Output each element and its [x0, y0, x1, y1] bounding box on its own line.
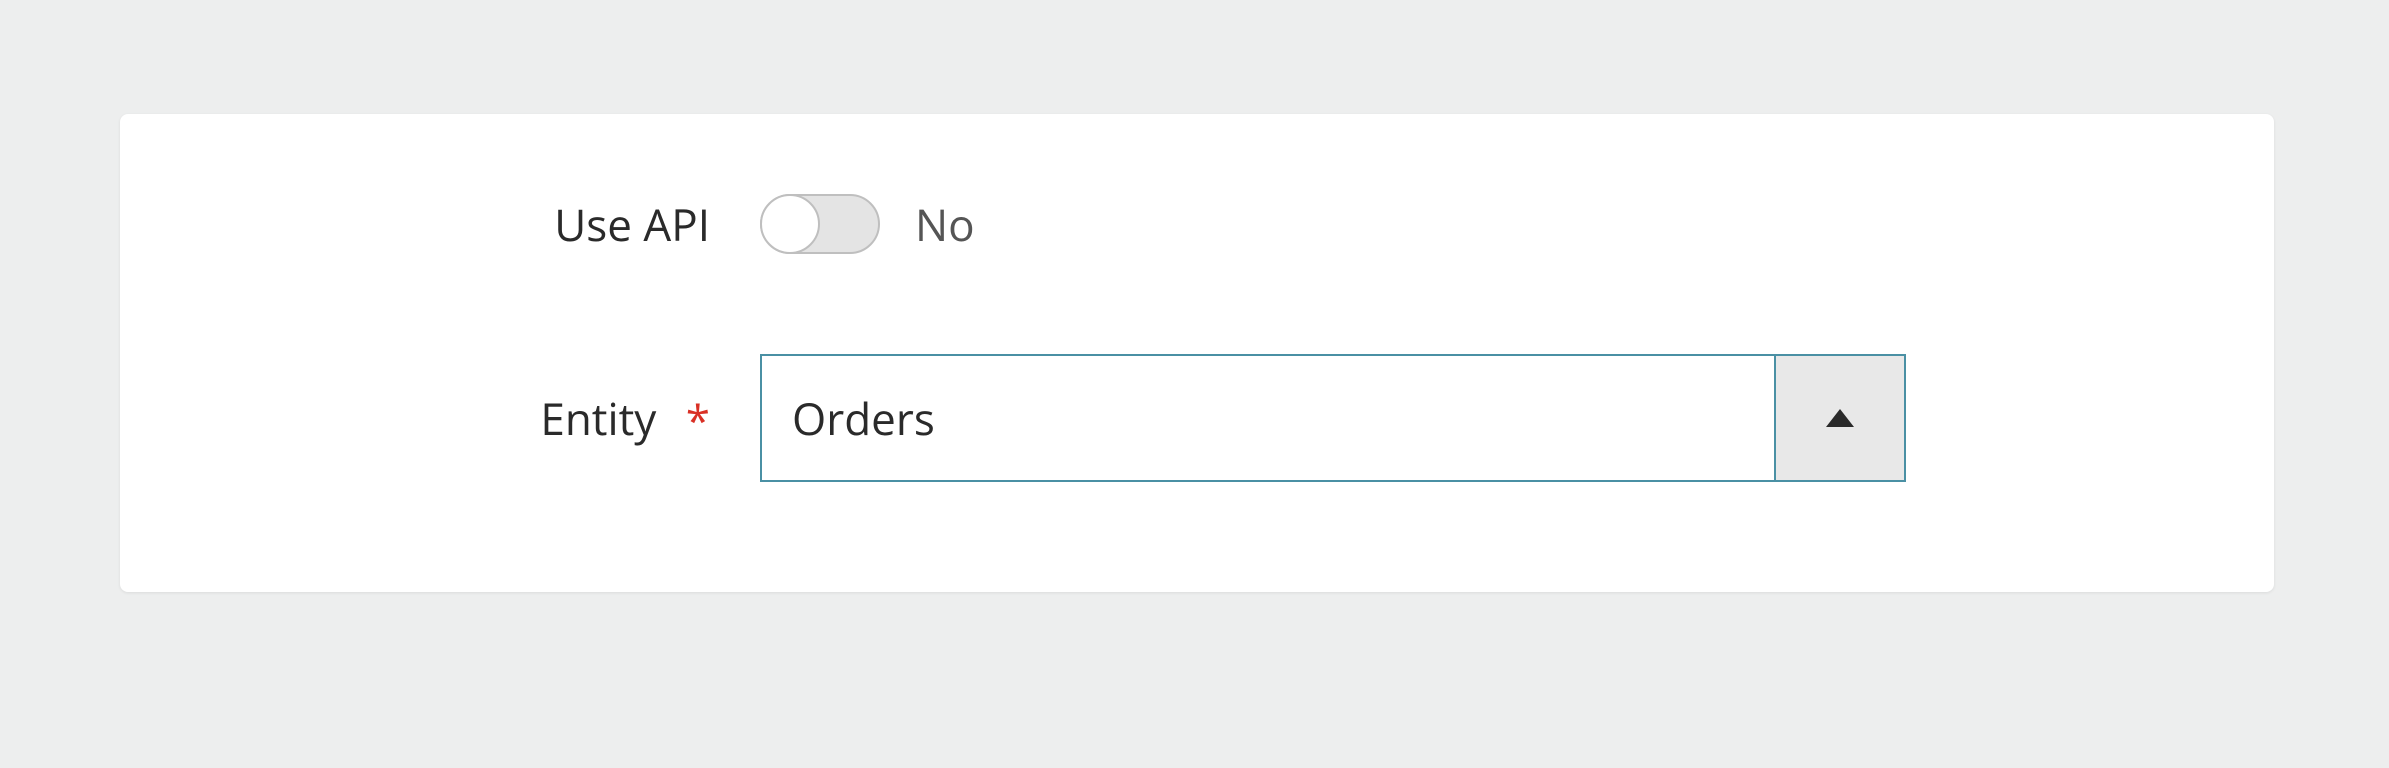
use-api-control: No [760, 194, 975, 254]
use-api-row: Use API No [220, 194, 2174, 254]
use-api-label: Use API [220, 194, 760, 254]
entity-select-value: Orders [762, 356, 1776, 480]
entity-select-arrow[interactable] [1776, 356, 1904, 480]
entity-select[interactable]: Orders [760, 354, 1906, 482]
entity-label-wrap: Entity * [220, 388, 760, 448]
form-panel: Use API No Entity * Orders [120, 114, 2274, 592]
entity-label: Entity [540, 388, 656, 448]
required-asterisk: * [686, 390, 710, 450]
use-api-toggle[interactable] [760, 194, 880, 254]
entity-control: Orders [760, 354, 1906, 482]
toggle-knob [760, 194, 820, 254]
chevron-up-icon [1826, 409, 1854, 427]
entity-row: Entity * Orders [220, 354, 2174, 482]
use-api-state-label: No [915, 194, 975, 254]
